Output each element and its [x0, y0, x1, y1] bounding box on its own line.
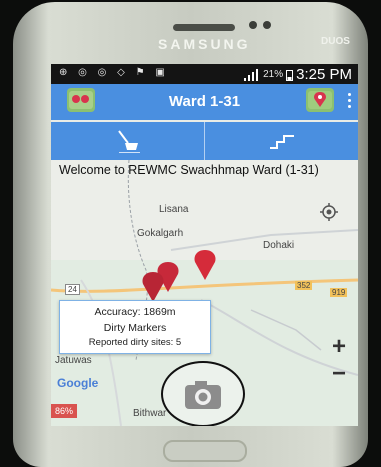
camera-button[interactable] [161, 361, 245, 426]
camera-icon [185, 381, 221, 409]
accuracy-text: Accuracy: 1869m [94, 306, 176, 318]
phone-frame: SAMSUNG DUOS ⊕ ◎ ◎ ◇ ⚑ ▣ 21% 3:25 PM War… [13, 2, 368, 467]
signal-icon [244, 68, 259, 81]
place-label: Jatuwas [55, 355, 92, 366]
screen: ⊕ ◎ ◎ ◇ ⚑ ▣ 21% 3:25 PM Ward 1-31 Welcom… [51, 64, 358, 426]
overflow-menu-icon[interactable] [348, 93, 352, 111]
info-subtitle: Reported dirty sites: 5 [88, 337, 182, 348]
home-button[interactable] [163, 440, 247, 462]
place-label: Dohaki [263, 240, 295, 251]
stairs-icon [269, 135, 294, 149]
sensor-icon [263, 21, 271, 29]
marker-pin-icon[interactable] [194, 250, 216, 280]
place-label: Gokalgarh [137, 228, 184, 239]
status-bar: ⊕ ◎ ◎ ◇ ⚑ ▣ 21% 3:25 PM [51, 64, 358, 84]
zoom-in-button[interactable]: + [332, 333, 346, 361]
notification-icons: ⊕ ◎ ◎ ◇ ⚑ ▣ [59, 67, 169, 78]
status-badge: 86% [51, 404, 78, 418]
road-label: 24 [65, 284, 80, 295]
road-label: 352 [295, 281, 313, 290]
brand-logo: SAMSUNG [158, 36, 251, 52]
place-label: Bithwar [133, 408, 167, 419]
marker-info-window[interactable]: Accuracy: 1869m Dirty Markers Reported d… [59, 300, 211, 354]
model-label: DUOS [321, 36, 350, 47]
welcome-text: Welcome to REWMC Swachhmap Ward (1-31) [59, 163, 319, 177]
app-bar: Ward 1-31 [51, 84, 358, 120]
my-location-icon[interactable] [319, 202, 339, 222]
map-marker-icon[interactable] [306, 88, 334, 112]
tab-sweep[interactable] [51, 122, 205, 160]
marker-pin-icon[interactable] [142, 272, 164, 302]
battery-icon [286, 69, 294, 81]
tab-stairs[interactable] [205, 122, 358, 160]
tab-bar [51, 122, 358, 160]
battery-percent: 21% [263, 69, 284, 80]
zoom-out-button[interactable]: − [332, 360, 346, 388]
place-label: Lisana [159, 204, 189, 215]
earpiece [173, 24, 235, 31]
google-logo: Google [57, 376, 99, 390]
broom-icon [117, 130, 140, 153]
road-label: 919 [330, 288, 348, 297]
map-view[interactable]: Welcome to REWMC Swachhmap Ward (1-31) L… [51, 160, 358, 426]
info-title: Dirty Markers [103, 322, 167, 334]
front-camera-icon [249, 21, 257, 29]
status-time: 3:25 PM [296, 66, 352, 83]
